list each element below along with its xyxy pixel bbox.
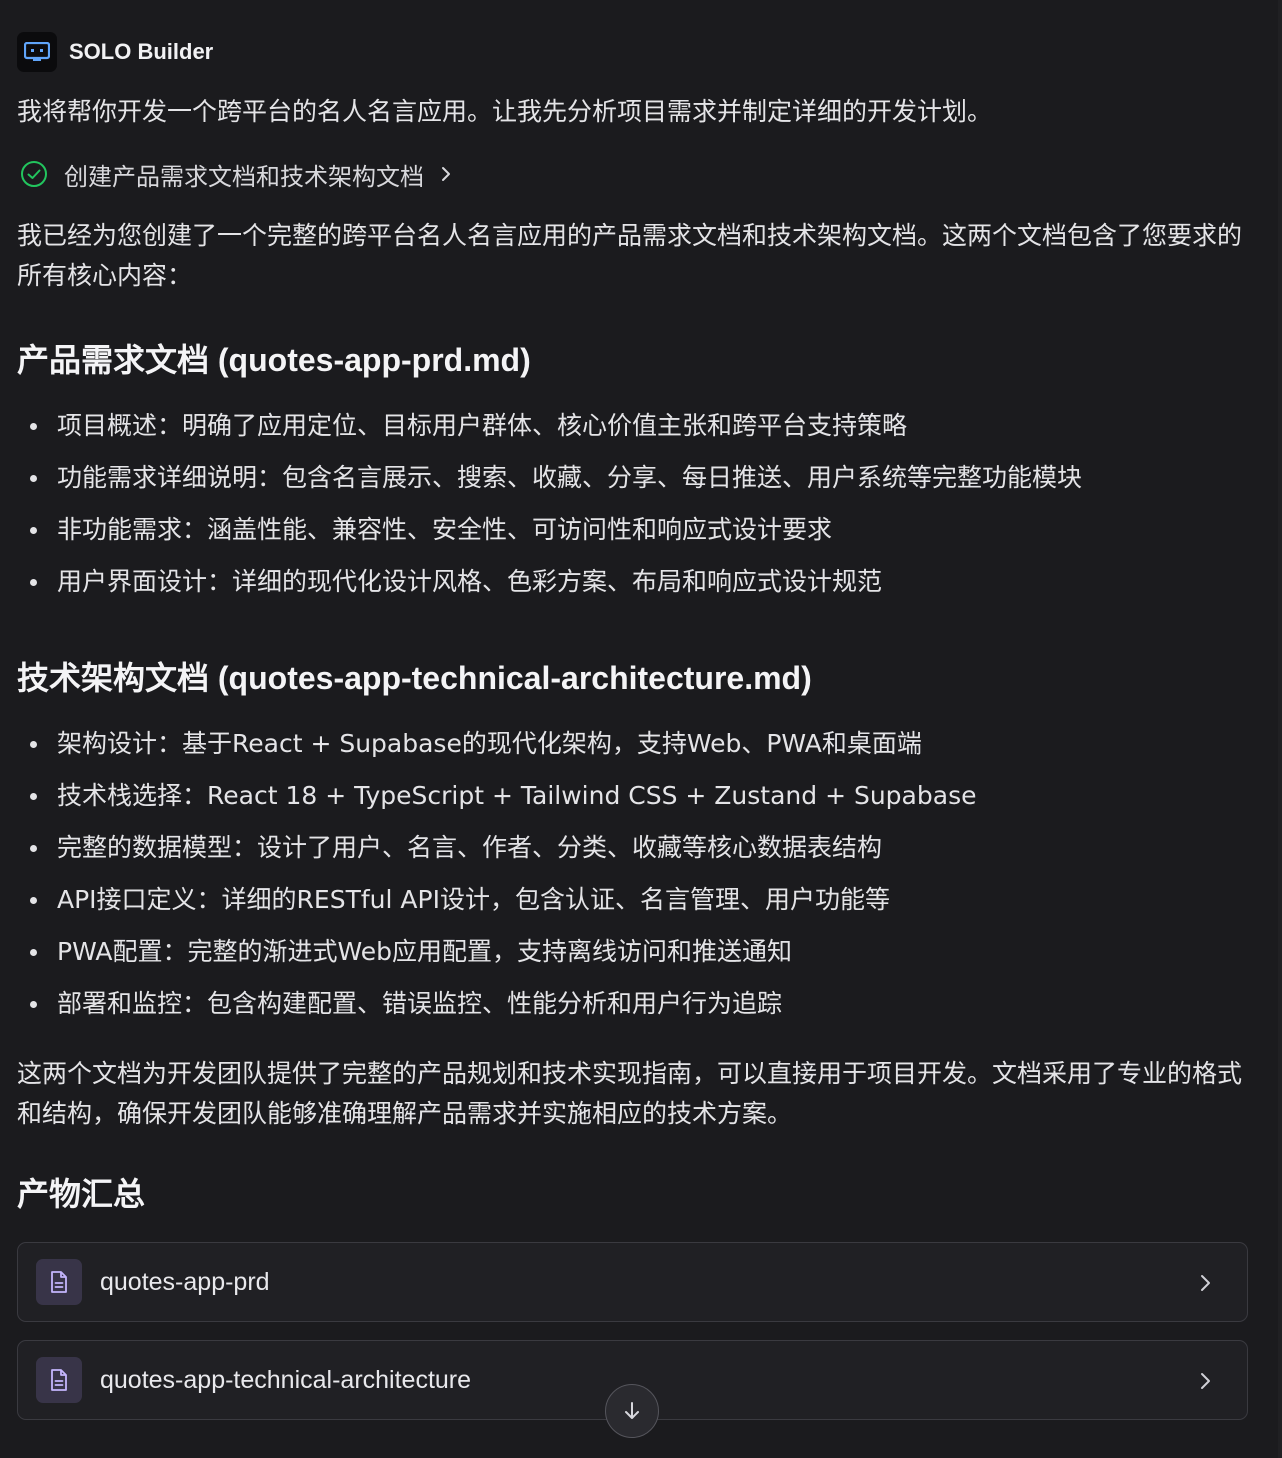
tech-heading: 技术架构文档 (quotes-app-technical-architectur… bbox=[17, 660, 812, 696]
tech-list-item: API接口定义：详细的RESTful API设计，包含认证、名言管理、用户功能等 bbox=[17, 874, 1248, 926]
task-item[interactable]: 创建产品需求文档和技术架构文档 bbox=[17, 154, 1248, 194]
tech-list-item: PWA配置：完整的渐进式Web应用配置，支持离线访问和推送通知 bbox=[17, 926, 1248, 978]
artifact-label: quotes-app-technical-architecture bbox=[100, 1365, 472, 1394]
chat-panel: SOLO Builder 我将帮你开发一个跨平台的名人名言应用。让我先分析项目需… bbox=[0, 28, 1282, 1458]
chevron-right-icon bbox=[1201, 1275, 1210, 1291]
task-label: 创建产品需求文档和技术架构文档 bbox=[64, 162, 424, 191]
prd-heading: 产品需求文档 (quotes-app-prd.md) bbox=[17, 342, 531, 378]
solo-logo-icon bbox=[17, 32, 57, 72]
prd-list: 项目概述：明确了应用定位、目标用户群体、核心价值主张和跨平台支持策略 功能需求详… bbox=[17, 400, 1248, 608]
document-icon bbox=[36, 1259, 82, 1305]
tech-list-item: 部署和监控：包含构建配置、错误监控、性能分析和用户行为追踪 bbox=[17, 978, 1248, 1030]
brand-name: SOLO Builder bbox=[69, 39, 214, 64]
tech-list-item: 架构设计：基于React + Supabase的现代化架构，支持Web、PWA和… bbox=[17, 718, 1248, 770]
chevron-right-icon bbox=[442, 167, 450, 181]
artifact-label: quotes-app-prd bbox=[100, 1267, 270, 1296]
tech-list-item: 完整的数据模型：设计了用户、名言、作者、分类、收藏等核心数据表结构 bbox=[17, 822, 1248, 874]
document-icon bbox=[36, 1357, 82, 1403]
tech-list: 架构设计：基于React + Supabase的现代化架构，支持Web、PWA和… bbox=[17, 718, 1248, 1030]
arrow-down-icon bbox=[625, 1402, 639, 1419]
prd-list-item: 项目概述：明确了应用定位、目标用户群体、核心价值主张和跨平台支持策略 bbox=[17, 400, 1248, 452]
outputs-heading: 产物汇总 bbox=[17, 1176, 146, 1212]
closing-text: 这两个文档为开发团队提供了完整的产品规划和技术实现指南，可以直接用于项目开发。文… bbox=[17, 1059, 1243, 1128]
check-circle-icon bbox=[21, 161, 47, 187]
prd-list-item: 功能需求详细说明：包含名言展示、搜索、收藏、分享、每日推送、用户系统等完整功能模… bbox=[17, 452, 1248, 504]
artifact-card-prd[interactable]: quotes-app-prd bbox=[17, 1242, 1248, 1322]
tech-list-item: 技术栈选择：React 18 + TypeScript + Tailwind C… bbox=[17, 770, 1248, 822]
chevron-right-icon bbox=[1201, 1373, 1210, 1389]
summary-text: 我已经为您创建了一个完整的跨平台名人名言应用的产品需求文档和技术架构文档。这两个… bbox=[17, 221, 1243, 290]
message-header: SOLO Builder bbox=[17, 28, 1248, 76]
prd-list-item: 非功能需求：涵盖性能、兼容性、安全性、可访问性和响应式设计要求 bbox=[17, 504, 1248, 556]
prd-list-item: 用户界面设计：详细的现代化设计风格、色彩方案、布局和响应式设计规范 bbox=[17, 556, 1248, 608]
scroll-to-bottom-button[interactable] bbox=[605, 1384, 659, 1438]
scrollbar[interactable] bbox=[1278, 0, 1282, 1458]
intro-text: 我将帮你开发一个跨平台的名人名言应用。让我先分析项目需求并制定详细的开发计划。 bbox=[17, 97, 993, 126]
